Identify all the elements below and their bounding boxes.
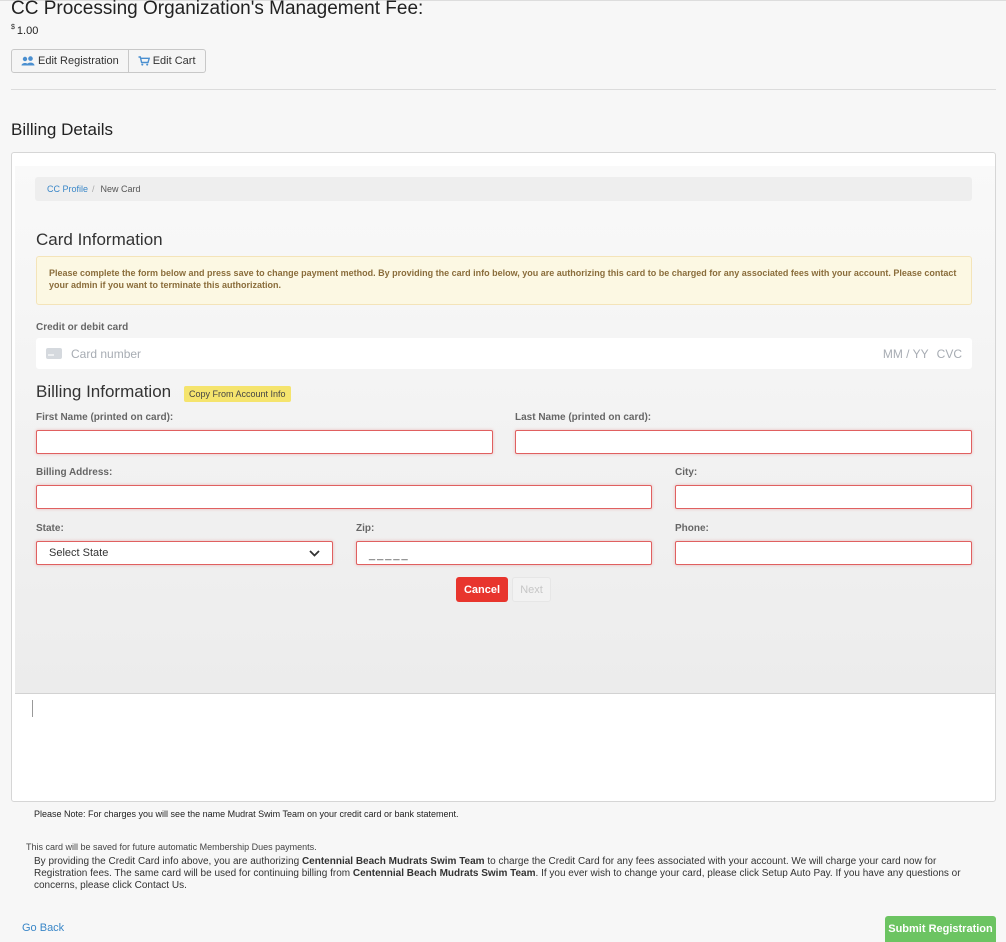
billing-address-label: Billing Address: (36, 467, 113, 478)
currency-symbol: $ (11, 24, 15, 31)
payment-frame: CC Profile / New Card Card Information P… (15, 166, 995, 694)
fee-title: CC Processing Organization's Management … (11, 0, 424, 19)
breadcrumb-current: New Card (100, 184, 141, 194)
card-number-field[interactable]: Card number MM / YY CVC (36, 338, 972, 369)
city-label: City: (675, 467, 698, 478)
statement-note: Please Note: For charges you will see th… (34, 809, 459, 819)
users-icon (21, 56, 35, 66)
breadcrumb-cc-profile-link[interactable]: CC Profile (47, 184, 88, 194)
first-name-label: First Name (printed on card): (36, 412, 174, 423)
card-expiry-placeholder: MM / YY (882, 346, 929, 361)
organization-name: Centennial Beach Mudrats Swim Team (352, 868, 536, 879)
edit-cart-button[interactable]: Edit Cart (128, 49, 206, 73)
copy-from-account-button[interactable]: Copy From Account Info (184, 386, 291, 402)
fee-value: 1.00 (16, 25, 39, 37)
first-name-input[interactable] (36, 430, 493, 454)
cancel-button[interactable]: Cancel (456, 577, 508, 602)
fee-amount: $1.00 (11, 24, 38, 37)
submit-registration-button[interactable]: Submit Registration (885, 916, 996, 942)
cart-icon (138, 56, 150, 66)
card-information-title: Card Information (36, 230, 163, 249)
next-button[interactable]: Next (512, 577, 551, 602)
billing-details-title: Billing Details (11, 120, 114, 139)
state-select-value: Select State (49, 547, 109, 559)
city-input[interactable] (675, 485, 972, 509)
card-number-placeholder: Card number (71, 346, 142, 361)
chevron-down-icon (309, 549, 320, 557)
state-label: State: (36, 523, 64, 534)
phone-label: Phone: (675, 523, 709, 534)
edit-cart-label: Edit Cart (152, 55, 196, 67)
cart-actions: Edit Registration Edit Cart (11, 49, 206, 73)
billing-address-input[interactable] (36, 485, 652, 509)
zip-input[interactable]: _____ (356, 541, 652, 565)
saved-card-note: This card will be saved for future autom… (26, 842, 317, 852)
zip-label: Zip: (356, 523, 375, 534)
breadcrumb-separator: / (92, 184, 95, 194)
last-name-input[interactable] (515, 430, 972, 454)
billing-panel: CC Profile / New Card Card Information P… (11, 152, 996, 802)
state-select[interactable]: Select State (36, 541, 333, 565)
organization-name: Centennial Beach Mudrats Swim Team (301, 856, 485, 867)
edit-registration-label: Edit Registration (38, 55, 119, 67)
credit-card-icon (46, 348, 62, 359)
text-cursor (32, 700, 33, 717)
last-name-label: Last Name (printed on card): (515, 412, 652, 423)
card-cvc-placeholder: CVC (936, 346, 962, 361)
edit-registration-button[interactable]: Edit Registration (11, 49, 129, 73)
breadcrumb: CC Profile / New Card (35, 177, 972, 201)
billing-information-title: Billing Information (36, 382, 172, 401)
authorization-text: By providing the Credit Card info above,… (34, 856, 984, 892)
go-back-link[interactable]: Go Back (22, 922, 64, 934)
phone-input[interactable] (675, 541, 972, 565)
divider (11, 89, 996, 90)
credit-card-label: Credit or debit card (36, 322, 129, 333)
authorization-warning: Please complete the form below and press… (36, 256, 972, 305)
auth-text-part-1: By providing the Credit Card info above,… (34, 856, 302, 867)
